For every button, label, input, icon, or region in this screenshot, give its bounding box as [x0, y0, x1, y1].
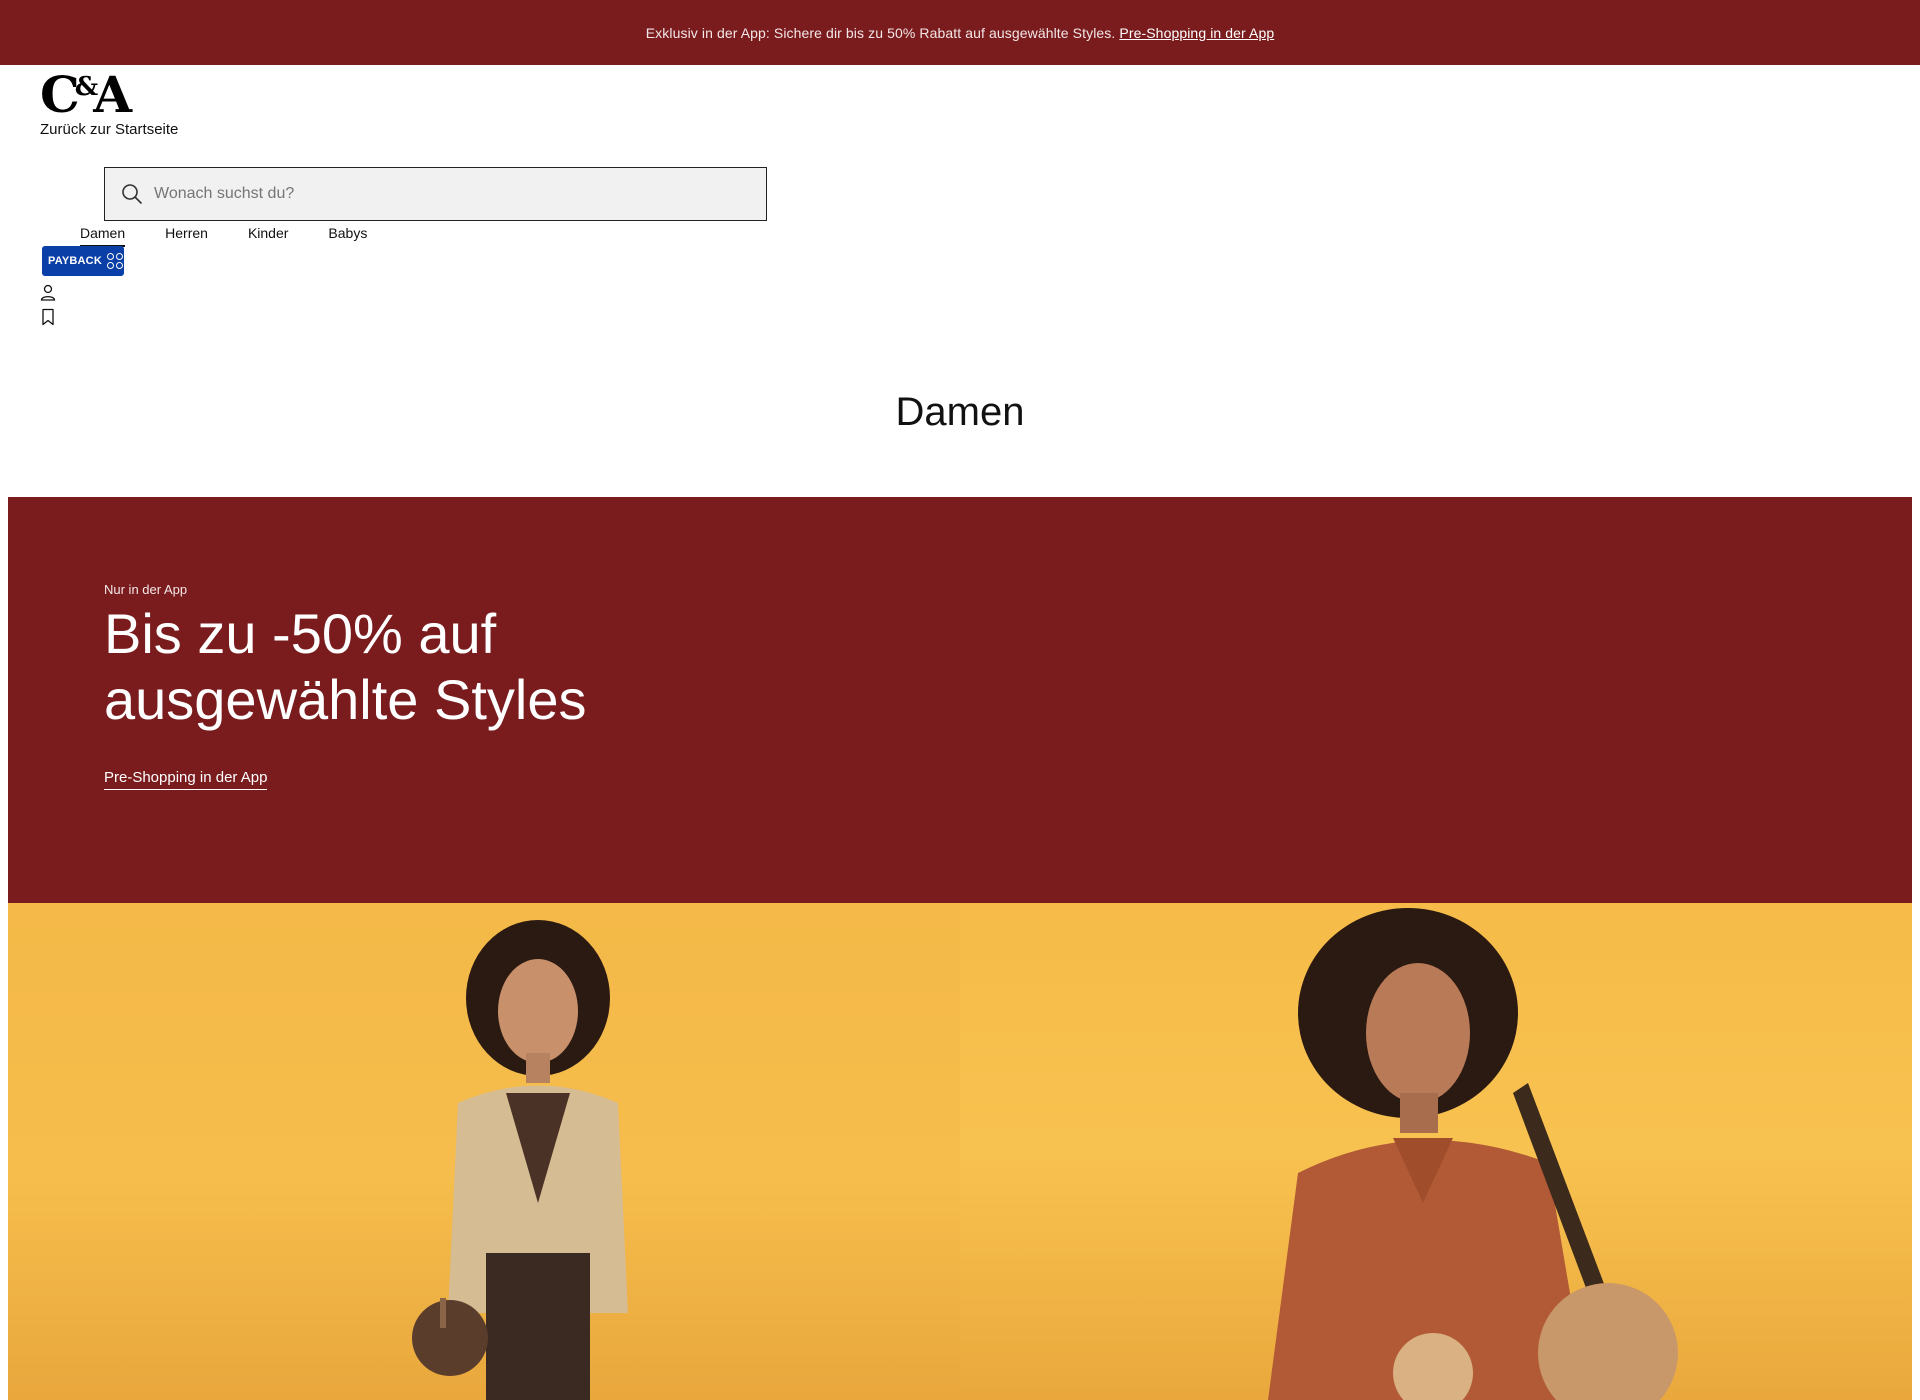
hero-eyebrow: Nur in der App [104, 582, 188, 597]
promo-bar: Exklusiv in der App: Sichere dir bis zu … [0, 0, 1920, 65]
promo-link[interactable]: Pre-Shopping in der App [1119, 25, 1274, 41]
hero-headline: Bis zu -50% auf ausgewählte Styles [104, 602, 587, 731]
payback-dots-icon [106, 253, 123, 269]
payback-label: PAYBACK [48, 255, 102, 267]
main-nav: Damen Herren Kinder Babys [80, 225, 407, 247]
nav-item-herren[interactable]: Herren [165, 225, 208, 247]
hero-cta-link[interactable]: Pre-Shopping in der App [104, 769, 268, 790]
logo-letter-c: C [40, 65, 80, 124]
model-right-image [1268, 908, 1678, 1400]
hero-banner: Nur in der App Bis zu -50% auf ausgewähl… [8, 497, 1912, 903]
nav-item-kinder[interactable]: Kinder [248, 225, 288, 247]
payback-badge[interactable]: PAYBACK [42, 246, 124, 276]
search-input[interactable] [154, 185, 714, 203]
search-bar[interactable] [104, 167, 767, 221]
nav-item-damen[interactable]: Damen [80, 225, 126, 247]
brand-logo[interactable]: C&A [40, 70, 132, 120]
search-icon[interactable] [120, 182, 144, 206]
logo-letter-a: A [93, 65, 132, 124]
promo-text: Exklusiv in der App: Sichere dir bis zu … [645, 24, 1116, 41]
back-home-link[interactable]: Zurück zur Startseite [40, 121, 178, 138]
logo-ampersand: & [74, 72, 99, 102]
nav-item-babys[interactable]: Babys [328, 225, 367, 247]
model-left-image [412, 920, 628, 1400]
bookmark-icon[interactable] [40, 308, 56, 326]
page-title: Damen [895, 390, 1025, 434]
campaign-image[interactable] [8, 903, 1912, 1400]
user-icon[interactable] [40, 284, 56, 302]
